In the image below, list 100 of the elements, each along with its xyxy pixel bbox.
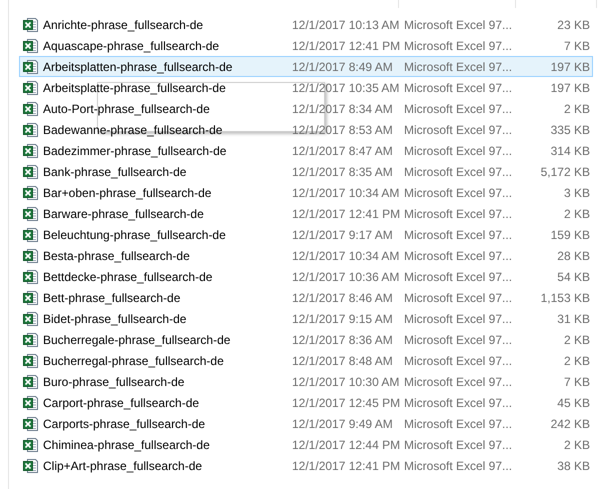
file-row[interactable]: Besta-phrase_fullsearch-de 12/1/2017 10:34 AM Microsoft Excel 97... 28 KB [19,245,593,266]
file-name: Bettdecke-phrase_fullsearch-de [43,270,212,284]
file-type: Microsoft Excel 97... [404,396,514,410]
date-modified: 12/1/2017 9:15 AM [291,312,394,326]
file-type: Microsoft Excel 97... [404,312,514,326]
date-modified: 12/1/2017 8:36 AM [291,332,394,346]
date-modified: 12/1/2017 10:35 AM [291,80,400,94]
excel-file-icon [23,290,39,306]
file-name: Bar+oben-phrase_fullsearch-de [43,186,212,200]
file-name: Badewanne-phrase_fullsearch-de [43,122,222,136]
date-modified: 12/1/2017 8:49 AM [291,60,394,74]
file-row[interactable]: Aquascape-phrase_fullsearch-de 12/1/2017 12:41 PM Microsoft Excel 97... 7 KB [19,35,593,56]
date-modified: 12/1/2017 12:41 PM [291,458,402,472]
file-row[interactable]: Auto-Port-phrase_fullsearch-de 12/1/2017 8:34 AM Microsoft Excel 97... 2 KB [19,98,593,119]
file-row[interactable]: Arbeitsplatten-phrase_fullsearch-de 12/1/2017 8:49 AM Microsoft Excel 97... 197 KB [19,56,593,77]
file-type: Microsoft Excel 97... [404,374,514,388]
file-row[interactable]: Carports-phrase_fullsearch-de 12/1/2017 9:49 AM Microsoft Excel 97... 242 KB [19,413,593,434]
file-type: Microsoft Excel 97... [404,102,514,116]
file-row[interactable]: Bar+oben-phrase_fullsearch-de 12/1/2017 10:34 AM Microsoft Excel 97... 3 KB [19,182,593,203]
file-row[interactable]: Beleuchtung-phrase_fullsearch-de 12/1/2017 9:17 AM Microsoft Excel 97... 159 KB [19,224,593,245]
file-name: Aquascape-phrase_fullsearch-de [43,38,220,52]
file-name: Carports-phrase_fullsearch-de [43,416,206,430]
file-size: 54 KB [556,270,590,284]
file-type: Microsoft Excel 97... [404,18,514,32]
file-row[interactable]: Bank-phrase_fullsearch-de 12/1/2017 8:35 AM Microsoft Excel 97... 5,172 KB [19,161,593,182]
date-modified: 12/1/2017 8:47 AM [291,144,394,158]
file-row[interactable]: Clip+Art-phrase_fullsearch-de 12/1/2017 12:41 PM Microsoft Excel 97... 38 KB [19,455,593,476]
file-row[interactable]: Bidet-phrase_fullsearch-de 12/1/2017 9:15 AM Microsoft Excel 97... 31 KB [19,308,593,329]
excel-file-icon [23,332,39,348]
file-name: Buro-phrase_fullsearch-de [43,374,184,388]
file-size: 38 KB [556,458,590,472]
file-name: Chiminea-phrase_fullsearch-de [43,438,210,452]
excel-file-icon [23,416,39,432]
file-type: Microsoft Excel 97... [404,354,514,368]
file-size: 314 KB [550,144,590,158]
file-size: 159 KB [550,228,590,242]
file-size: 7 KB [562,374,590,388]
date-modified: 12/1/2017 8:35 AM [291,164,394,178]
file-name: Bidet-phrase_fullsearch-de [43,312,186,326]
file-row[interactable]: Bucherregal-phrase_fullsearch-de 12/1/2017 8:48 AM Microsoft Excel 97... 2 KB [19,350,593,371]
excel-file-icon [23,38,39,54]
file-row[interactable]: Bucherregale-phrase_fullsearch-de 12/1/2017 8:36 AM Microsoft Excel 97... 2 KB [19,329,593,350]
date-modified: 12/1/2017 10:30 AM [291,374,400,388]
file-size: 242 KB [550,416,590,430]
file-row[interactable]: Buro-phrase_fullsearch-de 12/1/2017 10:30 AM Microsoft Excel 97... 7 KB [19,371,593,392]
file-size: 2 KB [562,206,590,220]
file-type: Microsoft Excel 97... [404,38,514,52]
file-type: Microsoft Excel 97... [404,60,514,74]
excel-file-icon [23,164,39,180]
file-size: 197 KB [550,60,590,74]
excel-file-icon [23,394,39,410]
date-modified: 12/1/2017 10:13 AM [291,18,400,32]
date-modified: 12/1/2017 12:44 PM [291,438,402,452]
file-row[interactable]: Barware-phrase_fullsearch-de 12/1/2017 12:41 PM Microsoft Excel 97... 2 KB [19,203,593,224]
file-name: Badezimmer-phrase_fullsearch-de [43,144,226,158]
file-size: 2 KB [562,438,590,452]
excel-file-icon [23,226,39,242]
file-size: 2 KB [562,332,590,346]
file-row[interactable]: Bettdecke-phrase_fullsearch-de 12/1/2017 10:36 AM Microsoft Excel 97... 54 KB [19,266,593,287]
excel-file-icon [23,16,39,32]
file-row[interactable]: Badewanne-phrase_fullsearch-de 12/1/2017 8:53 AM Microsoft Excel 97... 335 KB [19,119,593,140]
file-type: Microsoft Excel 97... [404,144,514,158]
file-name: Besta-phrase_fullsearch-de [43,248,190,262]
file-type: Microsoft Excel 97... [404,458,514,472]
file-row[interactable]: Badezimmer-phrase_fullsearch-de 12/1/2017 8:47 AM Microsoft Excel 97... 314 KB [19,140,593,161]
file-name: Bett-phrase_fullsearch-de [43,290,180,304]
date-modified: 12/1/2017 8:48 AM [291,354,394,368]
file-size: 2 KB [562,102,590,116]
excel-file-icon [23,248,39,264]
file-size: 197 KB [550,80,590,94]
file-row[interactable]: Chiminea-phrase_fullsearch-de 12/1/2017 12:44 PM Microsoft Excel 97... 2 KB [19,434,593,455]
file-name: Anrichte-phrase_fullsearch-de [43,18,204,32]
file-size: 28 KB [556,248,590,262]
file-name: Carport-phrase_fullsearch-de [43,396,200,410]
date-modified: 12/1/2017 8:53 AM [291,122,394,136]
file-size: 45 KB [556,396,590,410]
date-modified: 12/1/2017 10:34 AM [291,186,400,200]
excel-file-icon [23,310,39,326]
file-name: Arbeitsplatte-phrase_fullsearch-de [43,80,226,94]
file-type: Microsoft Excel 97... [404,416,514,430]
excel-file-icon [23,374,39,390]
file-type: Microsoft Excel 97... [404,80,514,94]
file-type: Microsoft Excel 97... [404,228,514,242]
file-size: 5,172 KB [540,164,590,178]
file-row[interactable]: Arbeitsplatte-phrase_fullsearch-de 12/1/2017 10:35 AM Microsoft Excel 97... 197 KB [19,77,593,98]
file-row[interactable]: Carport-phrase_fullsearch-de 12/1/2017 12:45 PM Microsoft Excel 97... 45 KB [19,392,593,413]
file-type: Microsoft Excel 97... [404,290,514,304]
date-modified: 12/1/2017 12:41 PM [291,38,402,52]
file-name: Bank-phrase_fullsearch-de [43,164,186,178]
excel-file-icon [23,80,39,96]
file-size: 3 KB [562,186,590,200]
excel-file-icon [23,206,39,222]
file-size: 1,153 KB [540,290,590,304]
excel-file-icon [23,436,39,452]
date-modified: 12/1/2017 8:46 AM [291,290,394,304]
file-type: Microsoft Excel 97... [404,248,514,262]
excel-file-icon [23,142,39,158]
file-size: 2 KB [562,354,590,368]
file-row[interactable]: Anrichte-phrase_fullsearch-de 12/1/2017 10:13 AM Microsoft Excel 97... 23 KB [19,14,593,35]
file-row[interactable]: Bett-phrase_fullsearch-de 12/1/2017 8:46 AM Microsoft Excel 97... 1,153 KB [19,287,593,308]
